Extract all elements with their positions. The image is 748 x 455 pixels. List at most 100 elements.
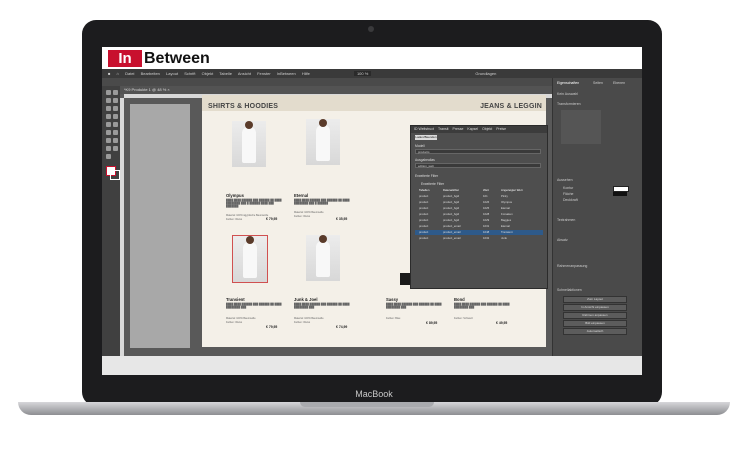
laptop-notch	[300, 402, 434, 407]
column-header[interactable]: Angezeigter Wert	[501, 188, 523, 193]
rectangle-frame-tool-icon[interactable]	[106, 122, 111, 127]
menu-item[interactable]: Objekt	[202, 71, 214, 76]
dialog-tab[interactable]: Presse	[453, 127, 464, 131]
dialog-tab[interactable]: Transit	[438, 127, 449, 131]
menu-item[interactable]: Fenster	[257, 71, 271, 76]
menu-item[interactable]: InBetween	[277, 71, 296, 76]
menu-bar: ■ ⌂ Datei Bearbeiten Layout Schrift Obje…	[102, 69, 642, 78]
pencil-tool-icon[interactable]	[113, 114, 118, 119]
table-row[interactable]: product product_email 1032 Junk	[415, 236, 543, 241]
direct-selection-tool-icon[interactable]	[113, 90, 118, 95]
workspace-select[interactable]: Grundlagen	[475, 71, 496, 76]
product-price: € 74,99	[336, 325, 348, 329]
right-page-header: JEANS & LEGGIN	[380, 95, 546, 111]
panel-tab-properties[interactable]: Eigenschaften	[557, 81, 579, 85]
fill-color[interactable]	[613, 192, 627, 196]
left-page-heading: SHIRTS & HOODIES	[208, 103, 279, 110]
column-header[interactable]: Datenattribut	[443, 188, 459, 193]
transform-tool-icon[interactable]	[113, 130, 118, 135]
product-name: Eternal	[294, 193, 309, 198]
column-header[interactable]: Wert	[483, 188, 489, 193]
product-description: ████ ████ ██████ ███ ██████ ██ ████ ████…	[454, 303, 510, 310]
zoom-tool-icon[interactable]	[106, 154, 111, 159]
product-colors: Farben: Weiss	[226, 218, 243, 221]
menu-item[interactable]: Bearbeiten	[141, 71, 160, 76]
menu-item[interactable]: Layout	[166, 71, 178, 76]
product-name: Olympus	[226, 193, 244, 198]
brand-bar: In Between	[102, 47, 642, 69]
menu-item[interactable]: Datei	[125, 71, 134, 76]
table-row[interactable]: product product_bgid 101 Pinky	[415, 194, 543, 199]
product-photo-selected[interactable]	[232, 235, 268, 283]
product-photo[interactable]	[306, 235, 340, 281]
to-layout-button[interactable]: Zum Layout	[563, 296, 627, 303]
previous-page-shadow	[130, 104, 190, 348]
filter-subsection-label: Erweiterte Filter	[421, 182, 445, 186]
dialog-tab[interactable]: Preise	[496, 127, 506, 131]
app-icon[interactable]: ■	[108, 71, 110, 76]
scissors-tool-icon[interactable]	[106, 130, 111, 135]
column-header[interactable]: Tabellen	[419, 188, 429, 193]
menu-item[interactable]: Tabelle	[219, 71, 232, 76]
product-name: Sassy	[386, 297, 399, 302]
panel-tab-layers[interactable]: Ebenen	[613, 81, 625, 85]
type-tool-icon[interactable]	[106, 106, 111, 111]
frame-fitting-section: Rahmenanpassung	[557, 264, 588, 268]
modell-label: Modell	[415, 144, 425, 148]
eyedropper-tool-icon[interactable]	[106, 146, 111, 151]
stroke-swatch-icon[interactable]	[110, 170, 120, 180]
menu-item[interactable]: Ansicht	[238, 71, 251, 76]
document-tab[interactable]: *K9 Produkte 1 @ 48 % ×	[124, 87, 170, 92]
product-price: € 79,95	[266, 217, 278, 221]
ausgabe-select[interactable]: edition_web	[415, 163, 541, 168]
fit-frame-button[interactable]: Rahmen anpassen	[563, 312, 627, 319]
left-page-header: SHIRTS & HOODIES	[202, 95, 380, 111]
rectangle-tool-icon[interactable]	[113, 122, 118, 127]
line-tool-icon[interactable]	[113, 106, 118, 111]
zoom-select[interactable]: 100 %	[353, 71, 372, 76]
screen: In Between ■ ⌂ Datei Bearbeiten Layout S…	[102, 47, 642, 375]
fit-image-button[interactable]: Bild einpassen	[563, 320, 627, 327]
dialog-tab[interactable]: ID Weltstruct	[414, 127, 434, 131]
pen-tool-icon[interactable]	[106, 114, 111, 119]
product-name: Junk & Joel	[294, 297, 318, 302]
dialog-tab[interactable]: Kapsel	[467, 127, 478, 131]
menu-item[interactable]: Hilfe	[302, 71, 310, 76]
ausgabe-label: Ausgabealias	[415, 158, 435, 162]
fit-view-button[interactable]: In Ansicht einpassen	[563, 304, 627, 311]
home-icon[interactable]: ⌂	[117, 71, 119, 76]
product-description: ████ ████ ██████ ███ ██████ ██ ████ ████…	[294, 199, 350, 206]
product-description: ████ ████ ██████ ███ ██████ ██ ████ ████…	[386, 303, 442, 310]
page-tool-icon[interactable]	[106, 98, 111, 103]
panel-tab-pages[interactable]: Seiten	[593, 81, 603, 85]
table-row[interactable]: product product_email 1031 Eternal	[415, 224, 543, 229]
dialog-tab[interactable]: Objekt	[482, 127, 492, 131]
transform-fields[interactable]	[561, 110, 601, 144]
table-row[interactable]: product product_bgid 1026 Olympus	[415, 200, 543, 205]
modell-select[interactable]: products	[415, 149, 541, 154]
table-row[interactable]: product product_bgid 1028 Forsaken	[415, 212, 543, 217]
product-material: Material: 100% Baumwolle	[226, 317, 256, 320]
gap-tool-icon[interactable]	[113, 98, 118, 103]
status-bar	[102, 356, 642, 375]
table-row[interactable]: product product_bgid 1025 Eternal	[415, 206, 543, 211]
properties-panel: Eigenschaften Seiten Ebenen Kein Auswahl…	[552, 78, 642, 356]
auto-fit-button[interactable]: Automatisch	[563, 328, 627, 335]
document-tab-bar: *K9 Produkte 1 @ 48 % ×	[120, 86, 552, 94]
table-header: Tabellen Datenattribut Wert Angezeigter …	[415, 188, 543, 193]
product-material: Material: 100% Baumwolle	[294, 317, 324, 320]
load-button[interactable]: Laden/Beenden	[415, 135, 437, 140]
product-photo[interactable]	[306, 119, 340, 165]
table-row-selected[interactable]: product product_email 1048 Transient	[415, 230, 543, 235]
table-row[interactable]: product product_bgid 1029 Baggies	[415, 218, 543, 223]
gradient-tool-icon[interactable]	[106, 138, 111, 143]
inbetween-dialog: ID Weltstruct Transit Presse Kapsel Obje…	[410, 125, 548, 289]
hand-tool-icon[interactable]	[113, 146, 118, 151]
dialog-tab-bar: ID Weltstruct Transit Presse Kapsel Obje…	[411, 126, 547, 133]
note-tool-icon[interactable]	[113, 138, 118, 143]
stroke-label: Kontur	[563, 186, 574, 190]
selection-tool-icon[interactable]	[106, 90, 111, 95]
menu-item[interactable]: Schrift	[184, 71, 195, 76]
product-name: Bond	[454, 297, 465, 302]
product-photo[interactable]	[232, 121, 266, 167]
